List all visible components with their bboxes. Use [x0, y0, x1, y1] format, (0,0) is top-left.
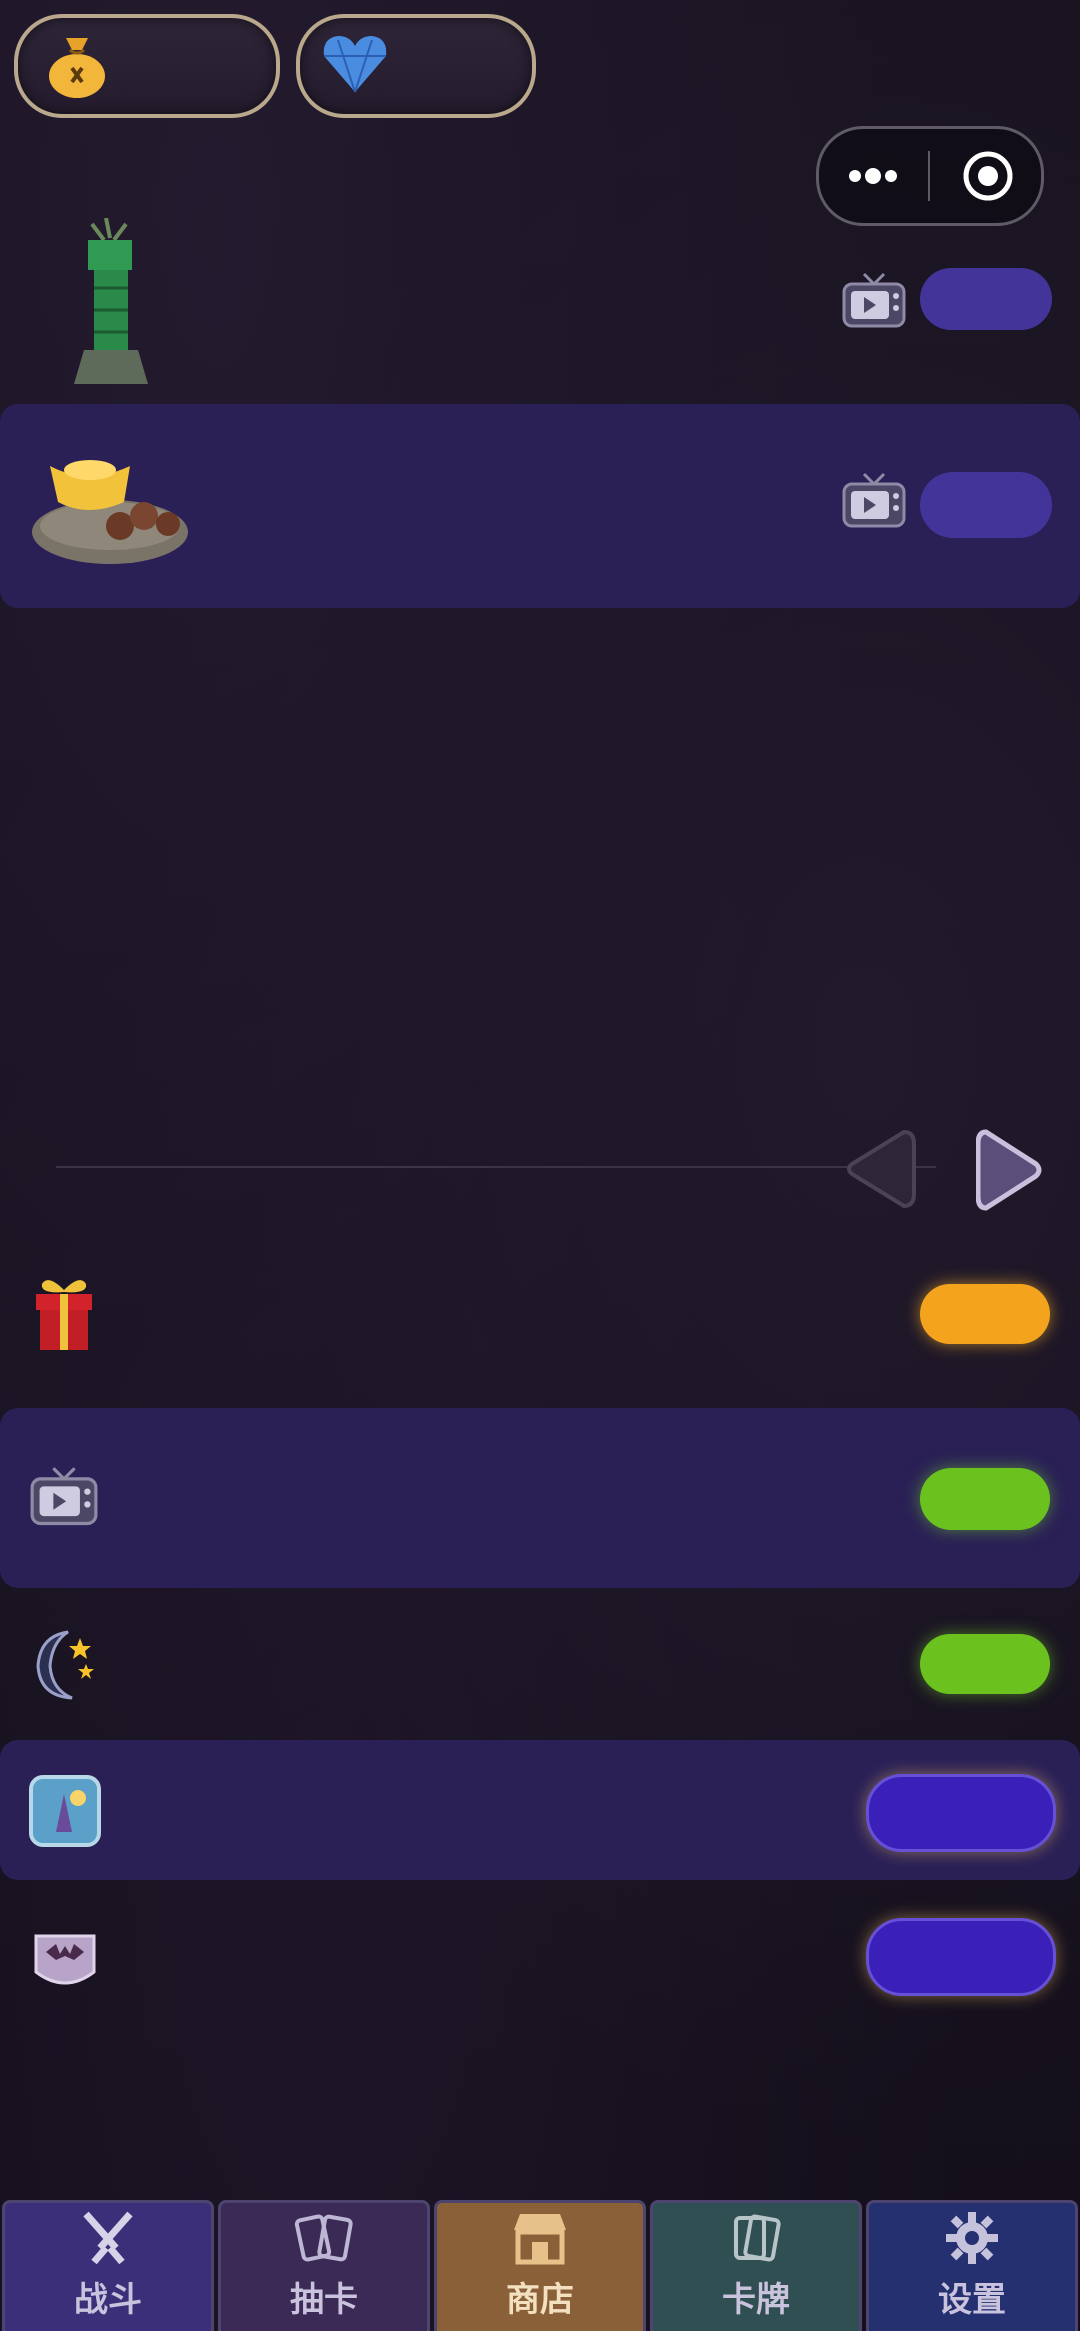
nav-tab-cards-label: 卡牌 — [722, 2280, 790, 2320]
tv-play-icon — [30, 1467, 98, 1526]
shop-item-tower — [0, 210, 1080, 390]
gift-claim-button[interactable] — [920, 1284, 1050, 1344]
nav-tab-settings[interactable]: 设置 — [866, 2200, 1078, 2331]
nav-tab-cards[interactable]: 卡牌 — [650, 2200, 862, 2331]
task-watch-ad — [0, 1408, 1080, 1588]
gold-buy-button[interactable] — [920, 472, 1052, 538]
nav-tab-battle-label: 战斗 — [74, 2280, 142, 2320]
nav-tab-draw[interactable]: 抽卡 — [218, 2200, 430, 2331]
bats-scroll-icon — [34, 1934, 96, 1985]
gold-ingot-coins-icon — [32, 460, 188, 564]
gold-currency-pill[interactable] — [14, 14, 280, 118]
wizard-task-button[interactable] — [866, 1774, 1056, 1852]
cards-icon — [294, 2214, 353, 2262]
nav-tab-shop-label: 商店 — [506, 2280, 574, 2320]
green-tower-icon — [74, 218, 148, 384]
tv-play-icon — [842, 272, 906, 328]
wizard-card-icon — [29, 1775, 101, 1847]
arrow-left-icon[interactable] — [842, 1126, 918, 1212]
money-bag-icon — [49, 38, 105, 98]
shop-icon — [514, 2214, 566, 2265]
tv-play-icon — [842, 472, 906, 528]
nav-tab-battle[interactable]: 战斗 — [2, 2200, 214, 2331]
blue-heart-gem-icon — [323, 36, 387, 93]
capsule-divider — [928, 151, 930, 201]
gem-currency-pill[interactable] — [296, 14, 536, 118]
moon-task-button[interactable] — [920, 1634, 1050, 1694]
shop-item-gold — [0, 404, 1080, 608]
more-dots-icon[interactable] — [847, 159, 899, 193]
crossed-swords-icon — [83, 2211, 133, 2265]
gift-box-icon — [36, 1280, 92, 1350]
task-gift — [0, 1262, 1080, 1382]
task-moon — [0, 1600, 1080, 1730]
pager-divider — [56, 1166, 936, 1168]
nav-tab-draw-label: 抽卡 — [290, 2280, 358, 2320]
bottom-nav: 战斗 抽卡 商店 卡牌 设置 — [0, 2200, 1080, 2331]
watch-ad-button[interactable] — [920, 1468, 1050, 1530]
arrow-right-icon[interactable] — [976, 1126, 1042, 1214]
target-close-icon[interactable] — [961, 149, 1015, 203]
gear-icon — [946, 2212, 998, 2264]
bats-task-button[interactable] — [866, 1918, 1056, 1996]
card-deck-icon — [734, 2214, 781, 2262]
nav-tab-shop[interactable]: 商店 — [434, 2200, 646, 2331]
moon-stars-icon — [36, 1630, 94, 1700]
task-wizard — [0, 1740, 1080, 1880]
task-bats — [0, 1910, 1080, 2040]
tower-buy-button[interactable] — [920, 268, 1052, 330]
nav-tab-settings-label: 设置 — [938, 2280, 1006, 2320]
